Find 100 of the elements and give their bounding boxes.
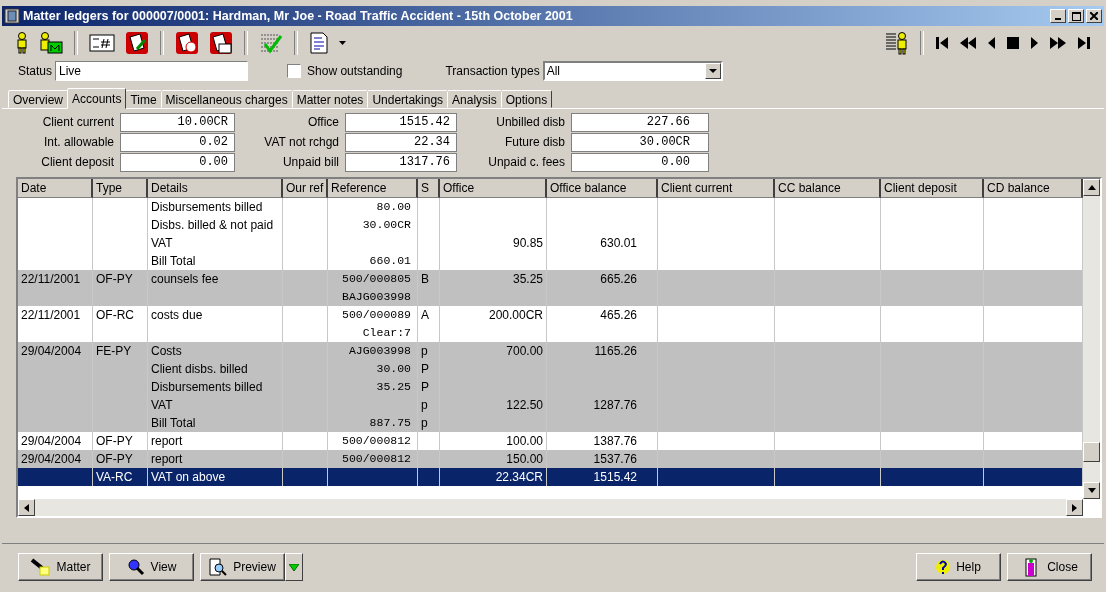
table-cell-text: 22.34CR bbox=[495, 469, 543, 486]
document-icon bbox=[309, 32, 329, 54]
table-cell-text: counsels fee bbox=[151, 271, 219, 288]
vertical-scrollbar[interactable] bbox=[1083, 179, 1100, 499]
table-cell-text: OF-PY bbox=[96, 451, 133, 468]
torch-icon bbox=[30, 558, 51, 576]
table-cell-text: OF-PY bbox=[96, 433, 133, 450]
show-outstanding-checkbox[interactable] bbox=[287, 64, 302, 78]
previous-icon bbox=[987, 36, 997, 50]
tab[interactable]: Undertakings bbox=[367, 90, 449, 108]
matter-button[interactable]: Matter bbox=[18, 553, 103, 581]
table-cell-text: BAJG003998 bbox=[342, 289, 411, 305]
column-header[interactable]: S bbox=[418, 179, 440, 198]
summary-label: VAT not rchgd bbox=[263, 134, 339, 151]
preview-button[interactable]: Preview bbox=[200, 553, 285, 581]
summary-label: Unpaid bill bbox=[281, 154, 339, 171]
summary-value: 30.00CR bbox=[571, 133, 709, 152]
maximize-icon bbox=[1071, 11, 1081, 21]
column-header[interactable]: Client current bbox=[658, 179, 775, 198]
status-field[interactable]: Live bbox=[55, 61, 249, 81]
caret-icon bbox=[289, 563, 299, 571]
column-header[interactable]: Client deposit bbox=[881, 179, 984, 198]
table-row[interactable]: 29/04/2004 OF-PY report 500/000812 100.00 1387.76 bbox=[18, 432, 1083, 450]
preview-dropdown-button[interactable] bbox=[285, 553, 303, 581]
column-header[interactable]: Office bbox=[440, 179, 547, 198]
table-cell-text: p bbox=[421, 415, 428, 432]
column-header[interactable]: Details bbox=[148, 179, 283, 198]
horizontal-scrollbar[interactable] bbox=[18, 499, 1083, 516]
table-cell-text: 35.25 bbox=[376, 379, 411, 395]
column-header[interactable]: Type bbox=[93, 179, 148, 198]
column-header[interactable]: Reference bbox=[328, 179, 418, 198]
dropdown-button[interactable] bbox=[336, 39, 349, 47]
table-cell-text: 500/000089 bbox=[342, 307, 411, 323]
tab[interactable]: Analysis bbox=[447, 90, 502, 108]
column-header[interactable]: Date bbox=[18, 179, 93, 198]
stop-button[interactable] bbox=[1004, 35, 1022, 51]
summary-label: Future disb bbox=[503, 134, 565, 151]
table-cell-text: 1387.76 bbox=[593, 433, 637, 450]
column-header[interactable]: CD balance bbox=[984, 179, 1083, 198]
person-icon bbox=[15, 32, 29, 54]
column-header[interactable]: Office balance bbox=[547, 179, 658, 198]
table-cell-text: 1287.76 bbox=[593, 397, 637, 414]
table-cell-text: p bbox=[421, 343, 428, 360]
right-arrow-icon bbox=[1072, 503, 1077, 512]
help-button[interactable]: Help bbox=[916, 553, 1001, 581]
stop-icon bbox=[1007, 37, 1019, 49]
table-row[interactable]: 29/04/2004 OF-PY report 500/000812 150.00 1537.76 bbox=[18, 450, 1083, 468]
table-cell-text: Clear:7 bbox=[362, 325, 411, 341]
document-clock-icon bbox=[175, 31, 199, 55]
table-cell-text: AJG003998 bbox=[348, 343, 411, 359]
table-cell-text: report bbox=[151, 451, 183, 468]
tab[interactable]: Miscellaneous charges bbox=[160, 90, 293, 108]
table-row[interactable]: VA-RC VAT on above 22.34CR 1515.42 bbox=[18, 468, 1083, 486]
table-cell-text: 30.00 bbox=[376, 361, 411, 377]
table-cell-text: 500/000812 bbox=[342, 451, 411, 467]
transaction-types-dropdown[interactable]: All bbox=[542, 61, 723, 81]
show-outstanding-label: Show outstanding bbox=[307, 64, 403, 78]
summary-label: Unbilled disb bbox=[495, 114, 565, 131]
table-cell-text: 90.85 bbox=[512, 235, 543, 252]
table-cell-text: 29/04/2004 bbox=[21, 433, 82, 450]
scrollbar-thumb[interactable] bbox=[1083, 442, 1100, 462]
tab[interactable]: Options bbox=[500, 90, 553, 108]
preview-icon bbox=[209, 558, 228, 576]
table-cell-text: VAT bbox=[151, 397, 173, 414]
close-button[interactable] bbox=[1086, 9, 1102, 23]
table-cell-text: Bill Total bbox=[151, 253, 196, 270]
column-header[interactable]: CC balance bbox=[775, 179, 881, 198]
table-cell-text: FE-PY bbox=[96, 343, 132, 360]
table-cell-text: OF-RC bbox=[96, 307, 134, 324]
table-cell-text: P bbox=[421, 361, 429, 378]
table-cell-text: 122.50 bbox=[506, 397, 543, 414]
table-cell-text: 1515.42 bbox=[593, 469, 637, 486]
table-cell-text: 630.01 bbox=[600, 235, 637, 252]
next-icon bbox=[1029, 36, 1039, 50]
table-cell-text: 1537.76 bbox=[593, 451, 637, 468]
table-cell-text: Client disbs. billed bbox=[151, 361, 248, 378]
tab[interactable]: Matter notes bbox=[291, 90, 369, 108]
table-cell-text: Disbursements billed bbox=[151, 379, 263, 396]
fast-forward-icon bbox=[1049, 36, 1067, 50]
close-button[interactable]: Close bbox=[1007, 553, 1092, 581]
summary-value: 1317.76 bbox=[345, 153, 457, 172]
document-stamp-icon bbox=[209, 31, 233, 55]
table-cell-text: Disbs. billed & not paid bbox=[151, 217, 274, 234]
table-row[interactable]: 22/11/2001 OF-PY counsels fee 500/000805 BAJG003998 B 35.25 665.26 bbox=[18, 270, 1083, 306]
cheque-button[interactable] bbox=[86, 32, 118, 54]
first-icon bbox=[935, 36, 949, 50]
table-cell-text: 700.00 bbox=[506, 343, 543, 360]
summary-value: 0.02 bbox=[120, 133, 235, 152]
view-button[interactable]: View bbox=[109, 553, 194, 581]
summary-value: 0.00 bbox=[571, 153, 709, 172]
column-header[interactable]: Our ref bbox=[283, 179, 328, 198]
table-cell-text: 887.75 bbox=[369, 415, 411, 431]
table-cell-text: OF-PY bbox=[96, 271, 133, 288]
summary-label: Client deposit bbox=[40, 154, 114, 171]
maximize-button[interactable] bbox=[1068, 9, 1084, 23]
table-row[interactable]: 22/11/2001 OF-RC costs due 500/000089 Clear:7 A 200.00CR 465.26 bbox=[18, 306, 1083, 342]
minimize-button[interactable] bbox=[1050, 9, 1066, 23]
tab[interactable]: Accounts bbox=[67, 88, 127, 109]
tab[interactable]: Overview bbox=[8, 90, 68, 108]
table-cell-text: VA-RC bbox=[96, 469, 133, 486]
